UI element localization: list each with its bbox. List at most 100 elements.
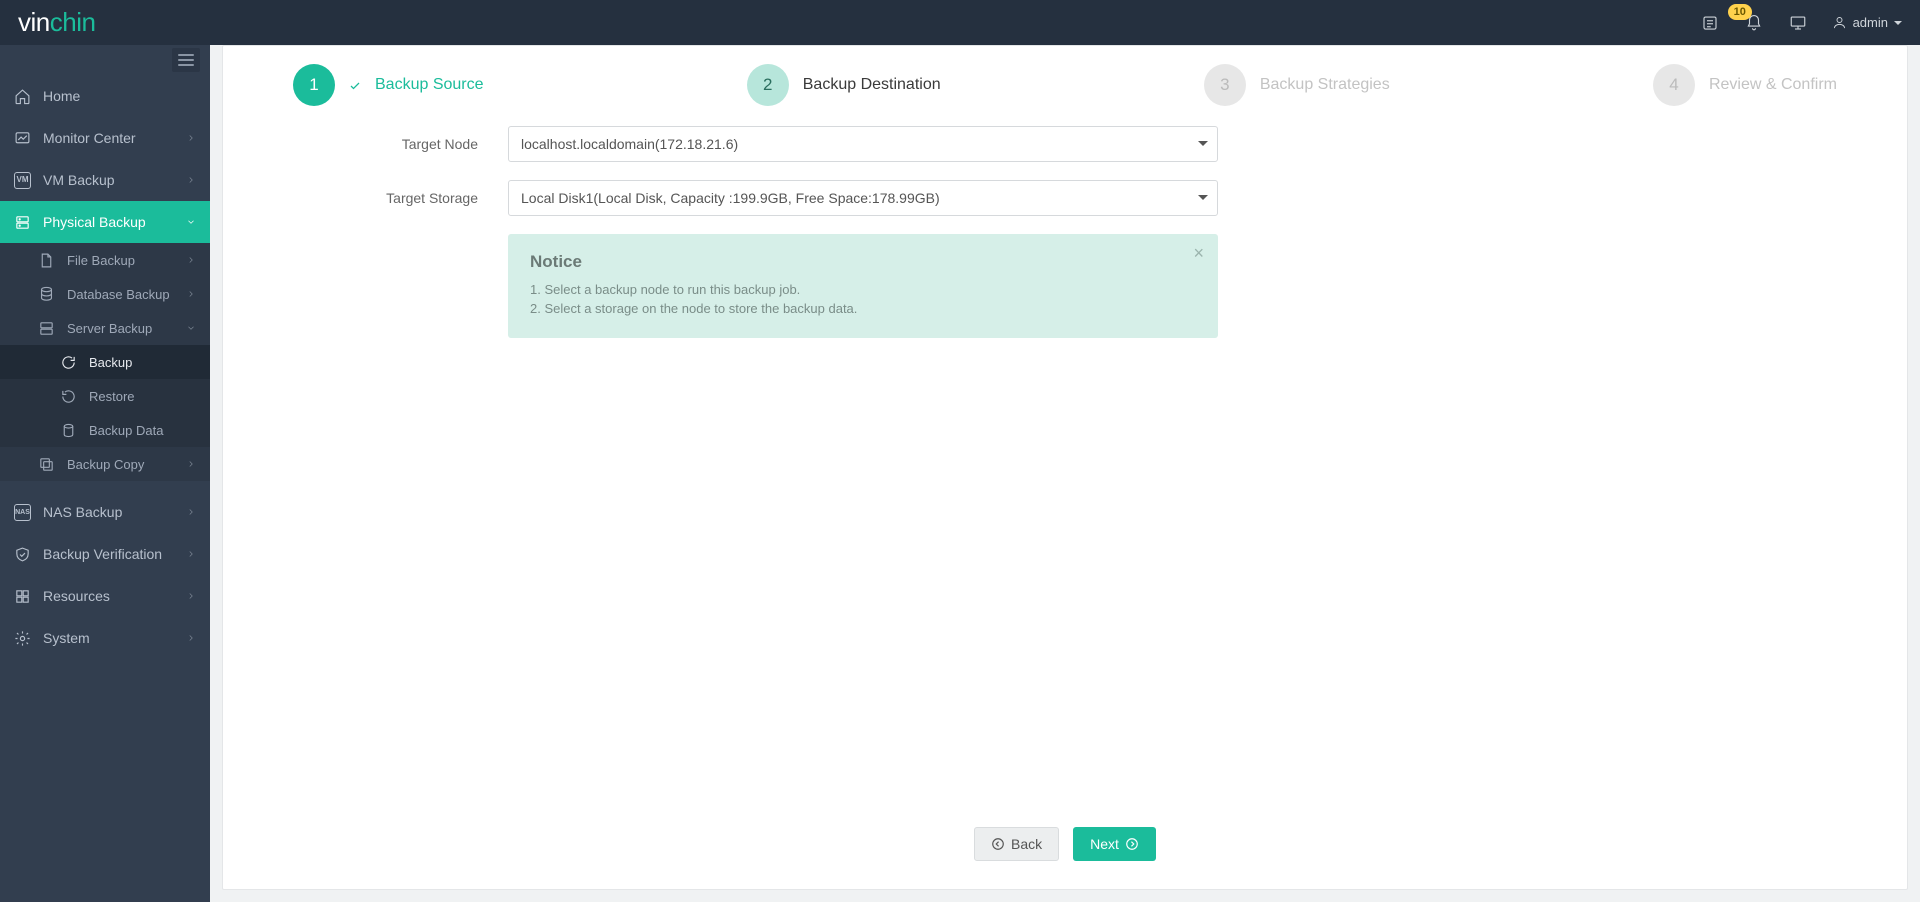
monitor-icon[interactable] (1788, 13, 1808, 33)
sidebar: Home Monitor Center VM VM Backup Physica… (0, 45, 210, 902)
label-target-storage: Target Storage (293, 190, 508, 206)
sidebar-item-physical-backup[interactable]: Physical Backup (0, 201, 210, 243)
sidebar-toggle-row (0, 45, 210, 75)
database-icon (60, 422, 77, 439)
arrow-left-icon (991, 837, 1005, 851)
sidebar-item-system[interactable]: System (0, 617, 210, 659)
undo-icon (60, 388, 77, 405)
sidebar-item-file-backup[interactable]: File Backup (0, 243, 210, 277)
step-number: 1 (293, 64, 335, 106)
sidebar-item-label: Restore (89, 389, 196, 404)
wizard-step-3[interactable]: 3 Backup Strategies (1204, 64, 1390, 106)
refresh-icon (60, 354, 77, 371)
notice-title: Notice (530, 252, 1196, 272)
grid-icon (14, 588, 31, 605)
select-target-storage[interactable]: Local Disk1(Local Disk, Capacity :199.9G… (508, 180, 1218, 216)
sidebar-item-backup-copy[interactable]: Backup Copy (0, 447, 210, 481)
sidebar-item-label: Resources (43, 588, 174, 604)
sidebar-item-database-backup[interactable]: Database Backup (0, 277, 210, 311)
chevron-right-icon (186, 633, 196, 643)
bell-icon[interactable]: 10 (1744, 13, 1764, 33)
button-label: Back (1011, 836, 1042, 852)
sidebar-item-backup-verification[interactable]: Backup Verification (0, 533, 210, 575)
topbar-right: 10 admin (1700, 13, 1902, 33)
sidebar-item-label: Database Backup (67, 287, 174, 302)
sidebar-item-home[interactable]: Home (0, 75, 210, 117)
select-wrap-target-node: localhost.localdomain(172.18.21.6) (508, 126, 1218, 162)
notice-item: 2. Select a storage on the node to store… (530, 301, 1196, 316)
sidebar-item-label: Backup (89, 355, 196, 370)
select-target-node[interactable]: localhost.localdomain(172.18.21.6) (508, 126, 1218, 162)
sidebar-item-label: Backup Verification (43, 546, 174, 562)
server-icon (14, 214, 31, 231)
wizard-step-1[interactable]: 1 Backup Source (293, 64, 484, 106)
panel-footer: Back Next (223, 811, 1907, 889)
vm-icon: VM (14, 172, 31, 189)
button-label: Next (1090, 836, 1119, 852)
topbar: vinchin 10 admin (0, 0, 1920, 45)
sidebar-item-label: Backup Data (89, 423, 196, 438)
step-label: Review & Confirm (1709, 76, 1837, 94)
user-menu[interactable]: admin (1832, 15, 1902, 30)
sidebar-item-nas-backup[interactable]: NAS NAS Backup (0, 491, 210, 533)
chevron-right-icon (186, 175, 196, 185)
step-number: 4 (1653, 64, 1695, 106)
sidebar-item-monitor[interactable]: Monitor Center (0, 117, 210, 159)
sidebar-item-label: NAS Backup (43, 504, 174, 520)
shield-icon (14, 546, 31, 563)
chevron-right-icon (186, 133, 196, 143)
notice-list: 1. Select a backup node to run this back… (530, 282, 1196, 316)
chevron-right-icon (186, 459, 196, 469)
step-number: 2 (747, 64, 789, 106)
sidebar-item-label: Monitor Center (43, 130, 174, 146)
user-name: admin (1853, 15, 1888, 30)
wizard-panel: 1 Backup Source 2 Backup Destination 3 B… (222, 45, 1908, 890)
sidebar-item-server-backup-data[interactable]: Backup Data (0, 413, 210, 447)
chevron-down-icon (186, 323, 196, 333)
chevron-right-icon (186, 255, 196, 265)
gear-icon (14, 630, 31, 647)
sidebar-item-label: File Backup (67, 253, 174, 268)
brand-logo[interactable]: vinchin (18, 7, 95, 38)
chevron-down-icon (1894, 21, 1902, 29)
sidebar-item-label: Server Backup (67, 321, 174, 336)
wizard-steps: 1 Backup Source 2 Backup Destination 3 B… (223, 46, 1907, 116)
chart-icon (14, 130, 31, 147)
back-button[interactable]: Back (974, 827, 1059, 861)
row-target-storage: Target Storage Local Disk1(Local Disk, C… (293, 180, 1837, 216)
step-label: Backup Source (375, 76, 484, 94)
sidebar-item-label: Home (43, 88, 196, 104)
sidebar-item-resources[interactable]: Resources (0, 575, 210, 617)
select-wrap-target-storage: Local Disk1(Local Disk, Capacity :199.9G… (508, 180, 1218, 216)
sidebar-item-server-backup-restore[interactable]: Restore (0, 379, 210, 413)
user-icon (1832, 15, 1847, 30)
sidebar-item-server-backup[interactable]: Server Backup (0, 311, 210, 345)
step-label: Backup Strategies (1260, 76, 1390, 94)
list-icon[interactable] (1700, 13, 1720, 33)
label-target-node: Target Node (293, 136, 508, 152)
next-button[interactable]: Next (1073, 827, 1156, 861)
main-content: 1 Backup Source 2 Backup Destination 3 B… (210, 45, 1920, 902)
sidebar-item-server-backup-backup[interactable]: Backup (0, 345, 210, 379)
close-icon[interactable]: × (1193, 244, 1204, 262)
chevron-down-icon (186, 217, 196, 227)
sidebar-item-label: VM Backup (43, 172, 174, 188)
hamburger-icon[interactable] (172, 48, 200, 72)
sidebar-item-vm-backup[interactable]: VM VM Backup (0, 159, 210, 201)
form-area: Target Node localhost.localdomain(172.18… (223, 116, 1907, 358)
file-icon (38, 252, 55, 269)
nas-icon: NAS (14, 504, 31, 521)
chevron-right-icon (186, 507, 196, 517)
step-label: Backup Destination (803, 76, 941, 94)
wizard-step-4[interactable]: 4 Review & Confirm (1653, 64, 1837, 106)
database-icon (38, 286, 55, 303)
row-target-node: Target Node localhost.localdomain(172.18… (293, 126, 1837, 162)
wizard-step-2[interactable]: 2 Backup Destination (747, 64, 941, 106)
sidebar-item-label: Backup Copy (67, 457, 174, 472)
brand-pre: vin (18, 7, 50, 38)
home-icon (14, 88, 31, 105)
sidebar-item-label: Physical Backup (43, 214, 174, 230)
step-number: 3 (1204, 64, 1246, 106)
notice-box: × Notice 1. Select a backup node to run … (508, 234, 1218, 338)
chevron-right-icon (186, 591, 196, 601)
